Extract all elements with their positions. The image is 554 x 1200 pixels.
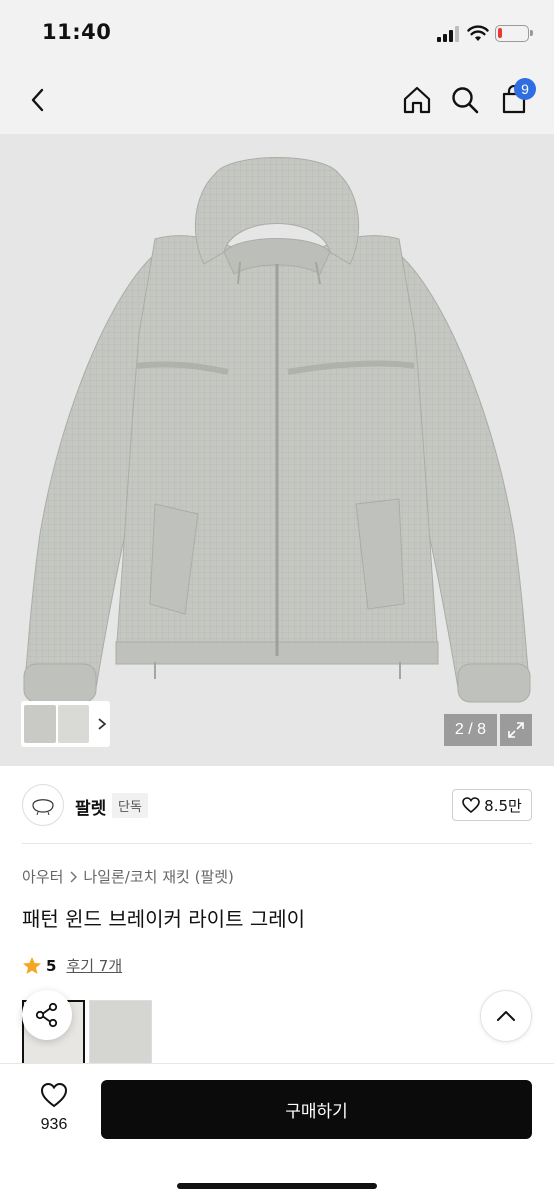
share-icon: [35, 1002, 58, 1028]
reviews-link[interactable]: 후기 7개: [66, 955, 122, 976]
shop-info: 팔렛 단독 8.5만: [0, 768, 554, 844]
shop-name[interactable]: 팔렛: [75, 794, 106, 819]
cart-button[interactable]: 9: [494, 78, 536, 120]
product-title: 패턴 윈드 브레이커 라이트 그레이: [22, 907, 306, 931]
breadcrumb-subcategory[interactable]: 나일론/코치 재킷 (팔렛): [83, 866, 234, 887]
scroll-top-button[interactable]: [480, 990, 532, 1042]
jacket-illustration: [23, 157, 531, 703]
shop-like-button[interactable]: 8.5만: [452, 789, 532, 821]
search-icon: [452, 87, 479, 114]
home-icon: [403, 86, 431, 114]
expand-icon: [508, 722, 524, 738]
home-button[interactable]: [397, 80, 437, 120]
expand-image-button[interactable]: [500, 714, 532, 746]
breadcrumb: 아우터 나일론/코치 재킷 (팔렛): [22, 866, 234, 887]
product-rating: 5 후기 7개: [22, 955, 122, 976]
status-bar: 11:40: [0, 0, 554, 66]
gallery-thumbnail-strip[interactable]: [21, 701, 110, 747]
cellular-signal-icon: [437, 26, 461, 42]
wishlist-button[interactable]: 936: [30, 1082, 78, 1134]
status-time: 11:40: [42, 20, 112, 44]
shop-logo-icon: [32, 799, 54, 815]
rating-score: 5: [46, 956, 57, 975]
gallery-thumbnail[interactable]: [24, 705, 56, 743]
shop-logo[interactable]: [22, 784, 64, 826]
heart-icon: [462, 797, 480, 813]
chevron-left-icon: [31, 88, 44, 112]
shop-like-count: 8.5만: [484, 796, 522, 815]
buy-button[interactable]: 구매하기: [101, 1080, 532, 1139]
home-indicator: [177, 1183, 377, 1189]
gallery-counter: 2 / 8: [444, 714, 497, 746]
breadcrumb-category[interactable]: 아우터: [22, 866, 63, 887]
bottom-action-bar: 936 구매하기: [0, 1063, 554, 1200]
chevron-up-icon: [497, 1011, 515, 1021]
wishlist-count: 936: [40, 1116, 68, 1133]
wifi-icon: [467, 25, 489, 41]
gallery-thumbnail[interactable]: [57, 705, 90, 743]
search-button[interactable]: [445, 80, 485, 120]
cart-count-badge: 9: [514, 78, 536, 100]
detail-thumbnail[interactable]: [89, 1000, 152, 1066]
star-icon: [23, 956, 41, 974]
battery-icon: [495, 25, 533, 42]
divider: [22, 843, 532, 844]
exclusive-tag: 단독: [112, 793, 148, 818]
top-nav: 9: [0, 66, 554, 134]
share-button[interactable]: [22, 990, 72, 1040]
chevron-right-icon: [98, 718, 107, 730]
product-image[interactable]: [0, 134, 554, 766]
back-button[interactable]: [18, 80, 58, 120]
chevron-right-icon: [70, 870, 78, 883]
heart-icon: [40, 1082, 68, 1108]
